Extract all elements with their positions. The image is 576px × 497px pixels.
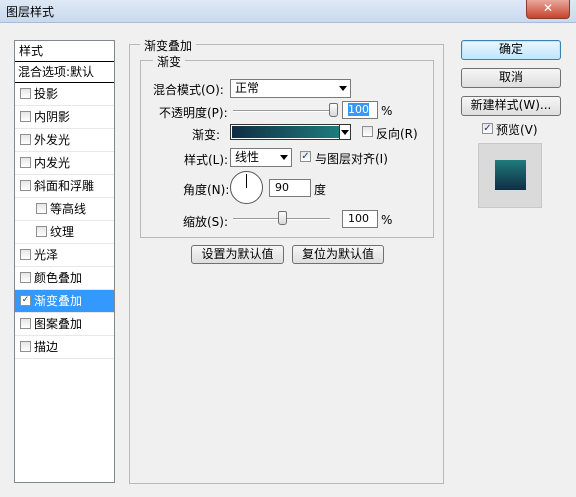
- blend-mode-select[interactable]: 正常: [230, 79, 351, 98]
- gradient-overlay-title: 渐变叠加: [140, 37, 197, 54]
- close-button[interactable]: ✕: [526, 0, 570, 19]
- reverse-label[interactable]: 反向(R): [376, 125, 418, 142]
- dialog-client: 样式 混合选项:默认 投影 内阴影 外发光 内发光 斜面和浮雕 等高线 纹理 光泽 颜色叠加 ✓ 渐…: [6, 28, 570, 491]
- angle-needle: [246, 174, 247, 188]
- style-list-item-label: 光泽: [34, 248, 59, 262]
- style-list-item-label: 颜色叠加: [34, 271, 83, 285]
- style-list-item[interactable]: 纹理: [15, 221, 114, 244]
- style-checkbox[interactable]: [20, 88, 31, 99]
- style-checkbox[interactable]: [36, 203, 47, 214]
- style-list-item-label: 内发光: [34, 156, 71, 170]
- make-default-button[interactable]: 设置为默认值: [191, 245, 284, 264]
- style-list-item[interactable]: 图案叠加: [15, 313, 114, 336]
- scale-input[interactable]: 100: [342, 210, 378, 228]
- style-list-item[interactable]: 斜面和浮雕: [15, 175, 114, 198]
- style-checkbox[interactable]: ✓: [20, 295, 31, 306]
- blend-options-item[interactable]: 混合选项:默认: [15, 62, 114, 83]
- style-preview: [478, 143, 542, 208]
- style-list-item[interactable]: 内阴影: [15, 106, 114, 129]
- scale-value: 100: [348, 212, 369, 225]
- style-list-item[interactable]: 投影: [15, 83, 114, 106]
- preview-swatch: [495, 160, 526, 190]
- angle-value: 90: [275, 181, 289, 194]
- gradient-subgroup-title: 渐变: [153, 53, 186, 70]
- style-list-item[interactable]: 颜色叠加: [15, 267, 114, 290]
- style-list-item[interactable]: 光泽: [15, 244, 114, 267]
- align-with-layer-checkbox[interactable]: ✓: [300, 151, 311, 162]
- style-checkbox[interactable]: [20, 134, 31, 145]
- opacity-label: 不透明度(P):: [159, 106, 228, 120]
- cancel-button[interactable]: 取消: [461, 68, 561, 88]
- preview-checkbox[interactable]: ✓: [482, 123, 493, 134]
- gradient-label: 渐变:: [192, 128, 221, 142]
- style-list-item-label: 外发光: [34, 133, 71, 147]
- style-list-item[interactable]: ✓ 渐变叠加: [15, 290, 114, 313]
- chevron-down-icon: [339, 86, 347, 91]
- style-checkbox[interactable]: [36, 226, 47, 237]
- gradient-style-select[interactable]: 线性: [230, 148, 292, 167]
- opacity-slider-track[interactable]: [233, 110, 333, 112]
- style-list-header[interactable]: 样式: [15, 41, 114, 62]
- align-with-layer-label[interactable]: 与图层对齐(I): [315, 150, 388, 167]
- style-list-item-label: 内阴影: [34, 110, 71, 124]
- style-list-item-label: 图案叠加: [34, 317, 83, 331]
- style-checkbox[interactable]: [20, 180, 31, 191]
- angle-unit: 度: [314, 183, 327, 197]
- opacity-input[interactable]: 100: [342, 101, 378, 119]
- reverse-checkbox[interactable]: [362, 126, 373, 137]
- style-list-item[interactable]: 等高线: [15, 198, 114, 221]
- style-checkbox[interactable]: [20, 318, 31, 329]
- blend-mode-label: 混合模式(O):: [153, 83, 224, 97]
- scale-slider-thumb[interactable]: [277, 211, 287, 225]
- style-label: 样式(L):: [184, 153, 229, 167]
- opacity-value: 100: [348, 103, 369, 116]
- style-list-item-label: 描边: [34, 340, 59, 354]
- ok-button[interactable]: 确定: [461, 40, 561, 60]
- gradient-preview[interactable]: [232, 126, 339, 138]
- angle-label: 角度(N):: [183, 183, 230, 197]
- gradient-style-value: 线性: [235, 150, 260, 164]
- gradient-dropdown-icon[interactable]: [339, 125, 350, 139]
- style-list: 样式 混合选项:默认 投影 内阴影 外发光 内发光 斜面和浮雕 等高线 纹理 光泽 颜色叠加 ✓ 渐…: [14, 40, 115, 483]
- opacity-slider-thumb[interactable]: [329, 103, 338, 117]
- preview-label[interactable]: 预览(V): [496, 121, 538, 138]
- style-list-item-label: 斜面和浮雕: [34, 179, 95, 193]
- style-list-item-label: 渐变叠加: [34, 294, 83, 308]
- style-list-item[interactable]: 内发光: [15, 152, 114, 175]
- close-icon: ✕: [542, 1, 554, 15]
- style-checkbox[interactable]: [20, 341, 31, 352]
- reset-default-button[interactable]: 复位为默认值: [292, 245, 384, 264]
- blend-mode-value: 正常: [235, 81, 260, 95]
- scale-percent: %: [381, 213, 393, 227]
- style-list-item[interactable]: 外发光: [15, 129, 114, 152]
- style-list-item[interactable]: 描边: [15, 336, 114, 359]
- new-style-button[interactable]: 新建样式(W)...: [461, 96, 561, 116]
- window-title: 图层样式: [6, 5, 55, 19]
- title-bar: 图层样式 ✕: [0, 0, 576, 23]
- style-checkbox[interactable]: [20, 272, 31, 283]
- style-list-item-label: 投影: [34, 87, 59, 101]
- style-list-item-label: 纹理: [50, 225, 75, 239]
- style-list-item-label: 等高线: [50, 202, 87, 216]
- chevron-down-icon: [280, 155, 288, 160]
- scale-label: 缩放(S):: [183, 215, 229, 229]
- style-checkbox[interactable]: [20, 249, 31, 260]
- angle-input[interactable]: 90: [269, 179, 311, 197]
- gradient-picker[interactable]: [230, 124, 351, 140]
- opacity-percent: %: [381, 104, 393, 118]
- style-checkbox[interactable]: [20, 157, 31, 168]
- angle-dial[interactable]: [230, 171, 263, 204]
- style-checkbox[interactable]: [20, 111, 31, 122]
